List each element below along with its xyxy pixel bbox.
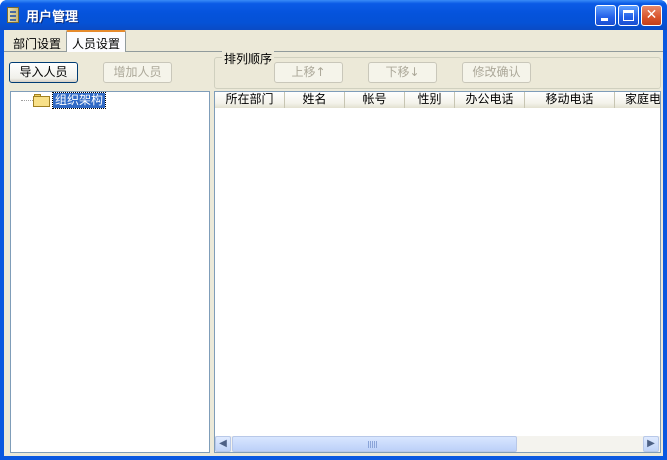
close-icon: ✕ [645,7,658,23]
column-header-name[interactable]: 姓名 [285,92,345,108]
tab-staff-settings[interactable]: 人员设置 [66,30,127,52]
scroll-right-button[interactable]: ▶ [643,436,659,452]
minimize-button[interactable] [595,5,616,26]
title-bar[interactable]: 用户管理 ✕ [0,0,667,30]
app-window: 用户管理 ✕ 部门设置 人员设置 导入人员 增加人员 排列顺序 上移↑ 下移↓ … [0,0,667,460]
scroll-grip-icon [368,441,378,448]
scroll-thumb[interactable] [232,436,517,452]
column-header-gender[interactable]: 性别 [405,92,455,108]
staff-list[interactable]: 所在部门 姓名 帐号 性别 办公电话 移动电话 家庭电 ◀ ▶ [214,91,661,453]
import-staff-button[interactable]: 导入人员 [9,62,78,83]
column-header-account[interactable]: 帐号 [345,92,405,108]
folder-icon [33,94,51,107]
column-header-department[interactable]: 所在部门 [215,92,285,108]
maximize-icon [623,10,634,21]
move-up-button[interactable]: 上移↑ [274,62,343,83]
list-header: 所在部门 姓名 帐号 性别 办公电话 移动电话 家庭电 [215,92,660,108]
sort-order-legend: 排列顺序 [222,50,275,67]
window-title: 用户管理 [26,10,79,25]
add-staff-button[interactable]: 增加人员 [103,62,172,83]
minimize-icon [601,18,608,21]
move-down-button[interactable]: 下移↓ [368,62,437,83]
column-header-home-phone[interactable]: 家庭电 [615,92,660,108]
scroll-left-button[interactable]: ◀ [215,436,231,452]
close-button[interactable]: ✕ [641,5,662,26]
horizontal-scrollbar[interactable]: ◀ ▶ [215,436,660,452]
client-area: 部门设置 人员设置 导入人员 增加人员 排列顺序 上移↑ 下移↓ 修改确认 组织… [4,30,663,456]
confirm-order-button[interactable]: 修改确认 [462,62,531,83]
tree-node-org-structure[interactable]: 组织架构 [51,92,107,109]
column-header-mobile-phone[interactable]: 移动电话 [525,92,615,108]
org-tree[interactable]: 组织架构 [10,91,210,453]
maximize-button[interactable] [618,5,639,26]
tab-department-settings[interactable]: 部门设置 [8,32,66,52]
column-header-office-phone[interactable]: 办公电话 [455,92,525,108]
app-icon [7,7,19,23]
